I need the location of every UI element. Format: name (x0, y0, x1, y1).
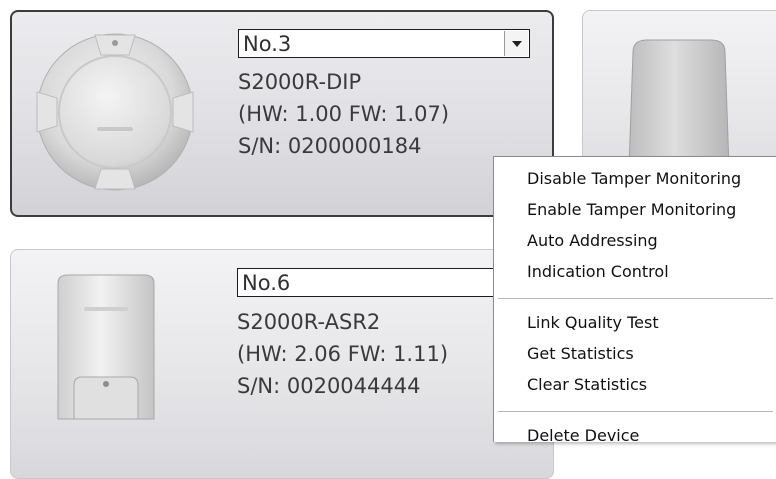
round-smoke-detector-icon (36, 33, 194, 191)
device-versions: (HW: 2.06 FW: 1.11) (237, 342, 449, 366)
context-menu: Disable Tamper Monitoring Enable Tamper M… (493, 156, 776, 445)
chevron-down-icon (512, 41, 522, 47)
device-model: S2000R-DIP (238, 70, 362, 94)
device-serial: S/N: 0020044444 (237, 374, 421, 398)
wall-module-icon (57, 274, 155, 420)
menu-item-delete-device[interactable]: Delete Device (494, 421, 776, 451)
menu-item-label: Auto Addressing (527, 231, 658, 250)
device-model: S2000R-ASR2 (237, 310, 381, 334)
menu-item-disable-tamper-monitoring[interactable]: Disable Tamper Monitoring (494, 164, 776, 194)
menu-item-enable-tamper-monitoring[interactable]: Enable Tamper Monitoring (494, 195, 776, 225)
device-versions: (HW: 1.00 FW: 1.07) (238, 102, 450, 126)
menu-item-get-statistics[interactable]: Get Statistics (494, 339, 776, 369)
address-select[interactable]: No.3 (238, 29, 530, 58)
menu-item-label: Disable Tamper Monitoring (527, 169, 742, 188)
menu-item-link-quality-test[interactable]: Link Quality Test (494, 308, 776, 338)
menu-item-label: Clear Statistics (527, 375, 648, 394)
menu-item-label: Delete Device (527, 426, 640, 445)
address-select-value: No.3 (243, 32, 292, 56)
menu-item-label: Indication Control (527, 262, 669, 281)
menu-separator (498, 411, 773, 412)
menu-item-clear-statistics[interactable]: Clear Statistics (494, 370, 776, 400)
rectangular-sensor-icon (628, 39, 730, 168)
device-card-no3[interactable]: No.3 S2000R-DIP (HW: 1.00 FW: 1.07) S/N:… (10, 10, 554, 217)
menu-item-auto-addressing[interactable]: Auto Addressing (494, 226, 776, 256)
menu-item-label: Enable Tamper Monitoring (527, 200, 737, 219)
device-serial: S/N: 0200000184 (238, 134, 422, 158)
menu-item-indication-control[interactable]: Indication Control (494, 257, 776, 287)
menu-separator (498, 298, 773, 299)
device-card-no6[interactable]: No.6 S2000R-ASR2 (HW: 2.06 FW: 1.11) S/N… (10, 249, 554, 479)
menu-item-label: Link Quality Test (527, 313, 659, 332)
dropdown-button[interactable] (504, 31, 528, 56)
address-select-value: No.6 (242, 271, 291, 295)
address-select[interactable]: No.6 (237, 268, 529, 297)
menu-item-label: Get Statistics (527, 344, 634, 363)
